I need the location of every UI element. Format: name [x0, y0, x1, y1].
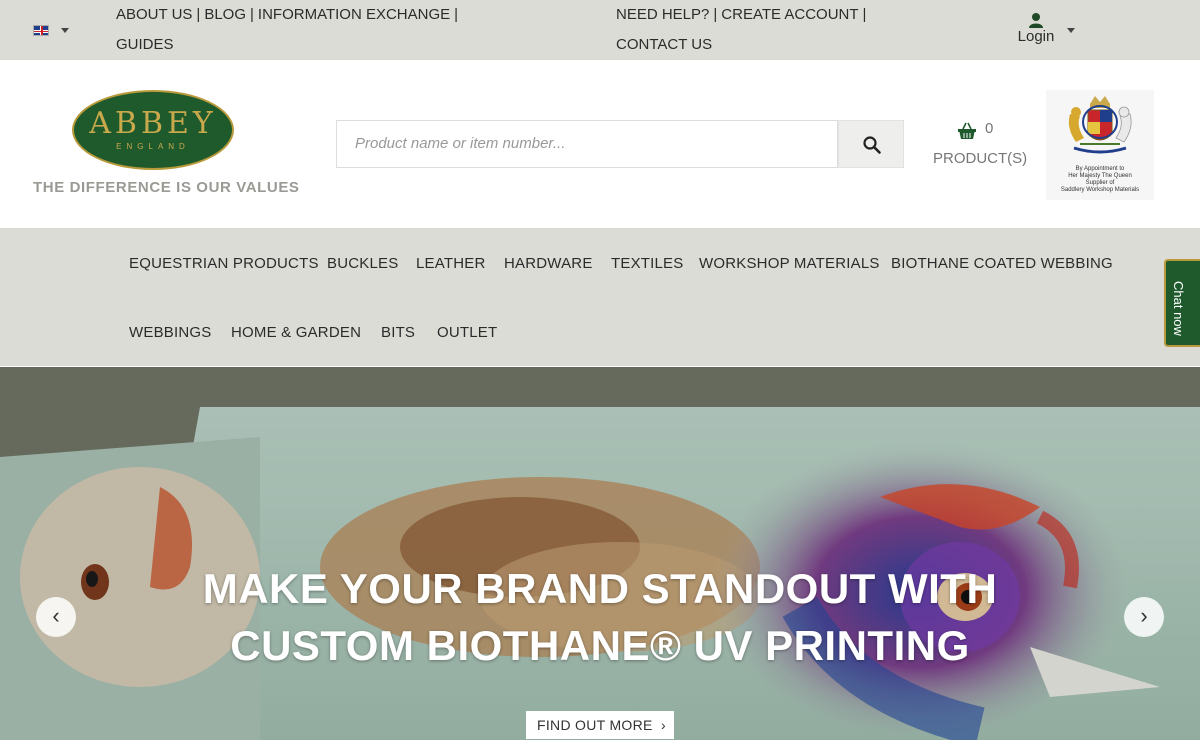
cart-count: 0	[985, 120, 994, 137]
nav-textiles[interactable]: TEXTILES	[611, 255, 683, 272]
guides-link[interactable]: GUIDES	[116, 36, 174, 53]
info-links: ABOUT US | BLOG | INFORMATION EXCHANGE | GUID…	[116, 6, 459, 53]
hero-banner: MAKE YOUR BRAND STANDOUT WITH CUSTOM BIO…	[0, 367, 1200, 740]
nav-outlet[interactable]: OUTLET	[437, 324, 497, 341]
chevron-right-icon: ›	[1140, 603, 1148, 628]
logo-name: ABBEY	[89, 106, 217, 141]
hero-title-line-1: MAKE YOUR BRAND STANDOUT WITH	[202, 565, 998, 612]
site-header: ABBEY ENGLAND THE DIFFERENCE IS OUR VALU…	[0, 60, 1200, 228]
tagline: THE DIFFERENCE IS OUR VALUES	[33, 179, 300, 196]
warrant-line: Supplier of	[1085, 180, 1115, 186]
search-button[interactable]	[838, 120, 904, 168]
main-navigation: EQUESTRIAN PRODUCTS BUCKLES LEATHER HARD…	[0, 228, 1200, 366]
need-help-link[interactable]: NEED HELP?	[616, 6, 709, 23]
warrant-text: By Appointment to Her Majesty The Queen …	[1046, 166, 1154, 194]
carousel-prev-button[interactable]: ‹	[36, 597, 76, 637]
nav-webbings[interactable]: WEBBINGS	[129, 324, 211, 341]
about-us-link[interactable]: ABOUT US	[116, 6, 192, 23]
chat-now-label: Chat now	[1171, 281, 1186, 336]
warrant-line: Her Majesty The Queen	[1068, 173, 1132, 179]
warrant-line: Saddlery Workshop Materials	[1060, 187, 1140, 193]
information-exchange-link[interactable]: INFORMATION EXCHANGE	[258, 6, 450, 23]
logo-subtitle: ENGLAND	[116, 142, 190, 151]
help-links: NEED HELP? | CREATE ACCOUNT | CONTACT US	[616, 6, 867, 53]
nav-leather[interactable]: LEATHER	[416, 255, 485, 272]
hero-image	[0, 367, 1200, 740]
contact-us-link[interactable]: CONTACT US	[616, 36, 712, 53]
top-bar: ABOUT US | BLOG | INFORMATION EXCHANGE | GUID…	[0, 0, 1200, 60]
nav-bits[interactable]: BITS	[381, 324, 415, 341]
user-icon	[1029, 13, 1043, 28]
language-chevron-down-icon[interactable]	[61, 28, 69, 33]
basket-icon	[958, 122, 976, 139]
find-out-more-button[interactable]: FIND OUT MORE ›	[526, 711, 674, 739]
warrant-line: By Appointment to	[1075, 166, 1125, 172]
abbey-logo[interactable]: ABBEY ENGLAND	[72, 90, 234, 170]
uk-flag-icon[interactable]	[33, 25, 49, 36]
hero-title: MAKE YOUR BRAND STANDOUT WITH CUSTOM BIO…	[0, 560, 1200, 674]
chevron-left-icon: ‹	[52, 603, 60, 628]
royal-warrant-crest: By Appointment to Her Majesty The Queen …	[1046, 90, 1154, 200]
cart-label: PRODUCT(S)	[933, 150, 1028, 167]
hero-title-line-2: CUSTOM BIOTHANE® UV PRINTING	[230, 622, 970, 669]
chat-now-tab[interactable]: Chat now	[1164, 259, 1200, 347]
nav-workshop-materials[interactable]: WORKSHOP MATERIALS	[699, 255, 880, 272]
login-label: Login	[1017, 28, 1055, 45]
find-out-more-label: FIND OUT MORE	[537, 717, 653, 733]
royal-crest-icon	[1068, 96, 1132, 154]
chevron-right-icon: ›	[661, 717, 666, 733]
nav-hardware[interactable]: HARDWARE	[504, 255, 593, 272]
create-account-link[interactable]: CREATE ACCOUNT	[721, 6, 858, 23]
login-button[interactable]: Login	[1012, 10, 1060, 45]
login-chevron-down-icon[interactable]	[1067, 28, 1075, 33]
nav-buckles[interactable]: BUCKLES	[327, 255, 398, 272]
search-icon	[863, 136, 881, 154]
nav-biothane-coated-webbing[interactable]: BIOTHANE COATED WEBBING	[891, 255, 1113, 272]
search-input[interactable]: Product name or item number...	[336, 120, 838, 168]
nav-home-garden[interactable]: HOME & GARDEN	[231, 324, 361, 341]
carousel-next-button[interactable]: ›	[1124, 597, 1164, 637]
nav-equestrian-products[interactable]: EQUESTRIAN PRODUCTS	[129, 255, 319, 272]
blog-link[interactable]: BLOG	[204, 6, 246, 23]
